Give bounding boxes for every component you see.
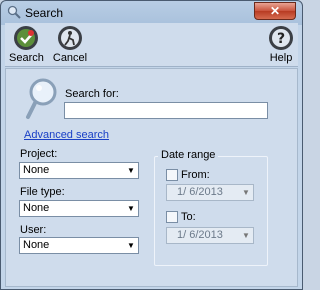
user-label: User: [20,224,47,236]
file-type-value: None [23,202,50,214]
window-title: Search [25,6,64,20]
svg-text:?: ? [277,31,285,47]
search-window-icon [7,5,21,19]
to-label: To: [181,211,196,224]
cancel-button[interactable]: Cancel [51,25,89,64]
advanced-search-link[interactable]: Advanced search [24,129,109,141]
magnifier-icon [26,78,57,119]
search-panel: Search for: Advanced search Project: Non… [5,68,298,287]
from-label: From: [181,169,210,182]
date-range-title: Date range [158,149,219,161]
from-date-value: 1/ 6/2013 [177,186,223,198]
chevron-down-icon: ▼ [124,238,138,253]
toolbar: Search Cancel ? Help [5,23,298,67]
search-window: Search ✕ Search Cancel ? Help Search for… [0,0,303,290]
project-value: None [23,164,50,176]
title-bar: Search ✕ [1,1,302,23]
to-date-picker[interactable]: 1/ 6/2013 ▼ [166,227,254,244]
close-button[interactable]: ✕ [254,2,296,20]
chevron-down-icon: ▼ [242,188,250,197]
to-date-checkbox[interactable]: To: [166,211,196,224]
help-button[interactable]: ? Help [267,25,295,64]
search-button[interactable]: Search [9,25,44,64]
project-select[interactable]: None ▼ [19,162,139,179]
chevron-down-icon: ▼ [242,231,250,240]
chevron-down-icon: ▼ [124,163,138,178]
file-type-label: File type: [20,186,65,198]
file-type-select[interactable]: None ▼ [19,200,139,217]
user-select[interactable]: None ▼ [19,237,139,254]
search-input[interactable] [64,102,268,119]
project-label: Project: [20,148,58,160]
checkbox-box [166,211,178,224]
checkbox-box [166,169,178,182]
search-run-icon [14,26,38,50]
help-icon: ? [269,26,293,50]
from-date-checkbox[interactable]: From: [166,169,210,182]
from-date-picker[interactable]: 1/ 6/2013 ▼ [166,184,254,201]
to-date-value: 1/ 6/2013 [177,229,223,241]
user-value: None [23,239,50,251]
cancel-run-icon [58,26,82,50]
chevron-down-icon: ▼ [124,201,138,216]
search-for-label: Search for: [65,88,119,100]
